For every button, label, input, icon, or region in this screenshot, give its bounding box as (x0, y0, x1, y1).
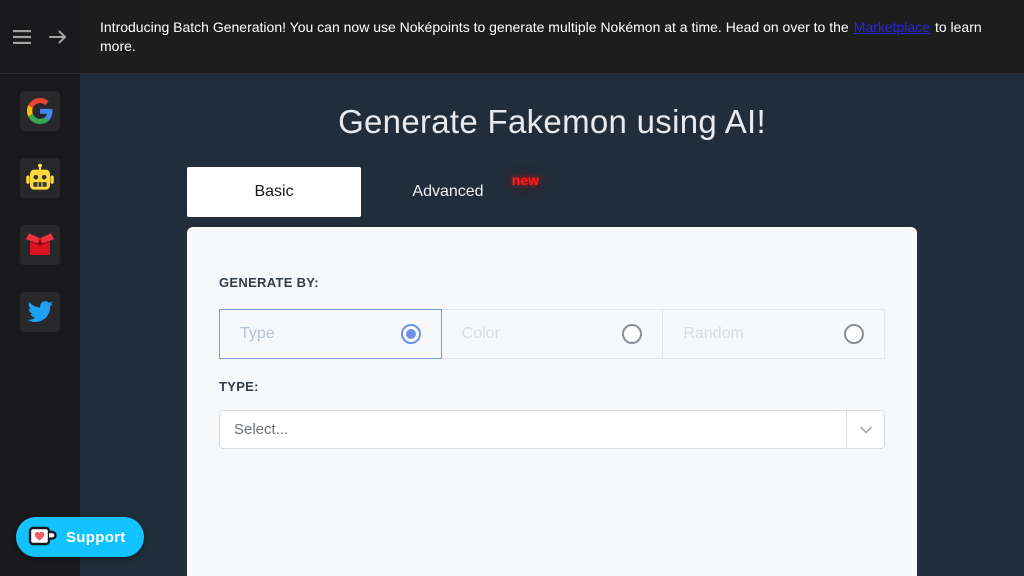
generator-form-card: GENERATE BY: Type Color Random TYPE: Sel… (187, 227, 917, 576)
kofi-cup-icon (28, 525, 58, 549)
collapse-arrow-icon[interactable] (47, 26, 69, 48)
radio-icon (622, 324, 642, 344)
type-select-value: Select... (220, 421, 846, 438)
option-color-label: Color (462, 325, 500, 343)
announcement-text: Introducing Batch Generation! You can no… (100, 18, 994, 56)
tab-advanced[interactable]: Advanced new (361, 167, 535, 217)
new-badge: new (512, 172, 539, 188)
chevron-down-icon (846, 411, 884, 448)
option-random[interactable]: Random (662, 309, 885, 359)
radio-icon (844, 324, 864, 344)
sidebar (0, 0, 80, 576)
announcement-banner: Introducing Batch Generation! You can no… (80, 0, 1024, 73)
tab-advanced-label: Advanced (412, 183, 483, 201)
type-label: TYPE: (219, 379, 885, 394)
robot-icon[interactable] (20, 158, 60, 198)
option-type-label: Type (240, 325, 275, 343)
generate-by-label: GENERATE BY: (219, 275, 885, 290)
radio-icon (401, 324, 421, 344)
google-icon[interactable] (20, 91, 60, 131)
box-icon[interactable] (20, 225, 60, 265)
support-button-label: Support (66, 529, 126, 546)
generate-by-options: Type Color Random (219, 309, 885, 359)
option-type[interactable]: Type (219, 309, 442, 359)
tab-bar: Basic Advanced new (187, 167, 535, 217)
marketplace-link[interactable]: Marketplace (854, 19, 930, 35)
sidebar-header (0, 0, 80, 74)
twitter-icon[interactable] (20, 292, 60, 332)
sidebar-icon-list (20, 91, 60, 332)
option-random-label: Random (683, 325, 743, 343)
menu-icon[interactable] (11, 26, 33, 48)
tab-basic-label: Basic (254, 183, 293, 201)
option-color[interactable]: Color (441, 309, 664, 359)
type-select[interactable]: Select... (219, 410, 885, 449)
app-window: Introducing Batch Generation! You can no… (0, 0, 1024, 576)
support-button[interactable]: Support (16, 517, 144, 557)
tab-basic[interactable]: Basic (187, 167, 361, 217)
page-title: Generate Fakemon using AI! (80, 103, 1024, 141)
announcement-text-before: Introducing Batch Generation! You can no… (100, 19, 849, 35)
